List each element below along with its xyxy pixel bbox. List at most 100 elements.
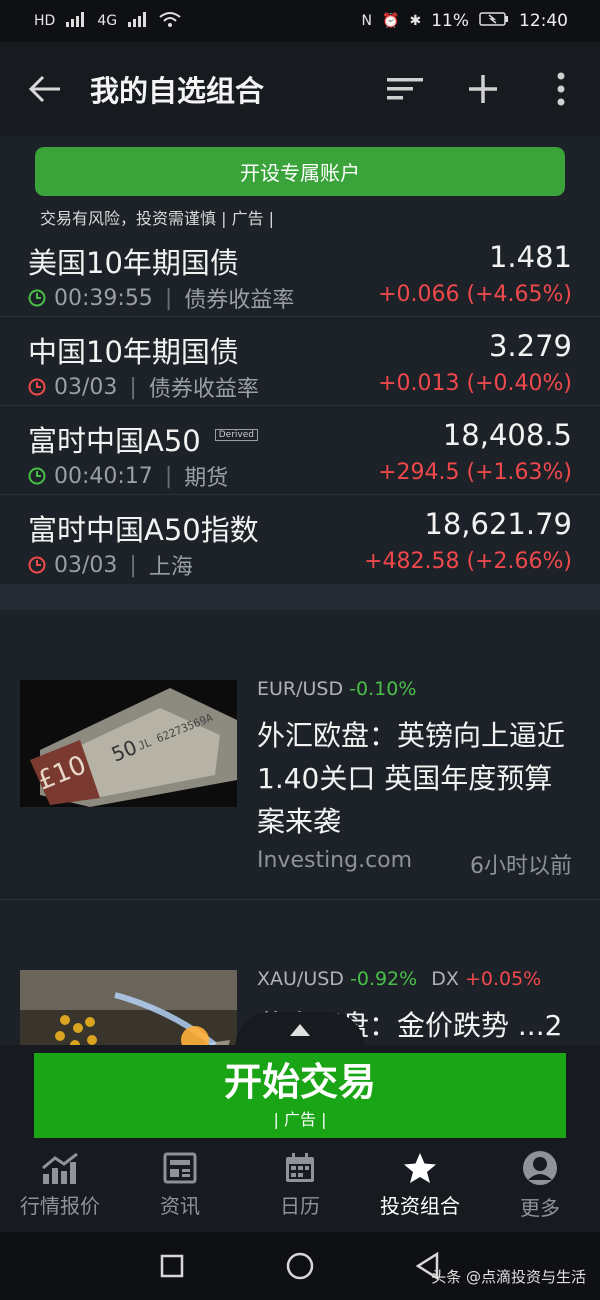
news-tags: XAU/USD -0.92% DX +0.05% (257, 968, 541, 990)
chevron-up-icon (290, 1024, 310, 1036)
alarm-icon: ⏰ (382, 13, 400, 29)
instrument-name: 中国10年期国债 (28, 335, 239, 369)
start-trading-button[interactable]: 开始交易 | 广告 | (34, 1053, 566, 1138)
network-4g-icon: 4G (97, 13, 118, 29)
clock-icon (28, 378, 46, 396)
quote-time: 00:39:55 (54, 285, 153, 311)
quote-type: 债券收益率 (184, 288, 295, 313)
star-icon (404, 1152, 436, 1183)
news-tags: EUR/USD -0.10% (257, 678, 416, 700)
quote-type: 上海 (148, 555, 193, 580)
sort-icon (387, 78, 423, 100)
quote-meta: 00:39:55 | 债券收益率 (28, 282, 294, 314)
instrument-name: 美国10年期国债 (28, 246, 239, 280)
square-icon (160, 1254, 184, 1278)
nav-label: 日历 (280, 1193, 320, 1218)
wifi-icon (159, 11, 181, 32)
clock-icon (28, 556, 46, 574)
tag-symbol[interactable]: EUR/USD (257, 678, 343, 700)
circle-icon (286, 1252, 314, 1280)
last-price: 18,621.79 (424, 507, 572, 541)
separator: | (129, 374, 137, 400)
bottom-navigation: 行情报价 资讯 日历 投资组合 更多 (0, 1138, 600, 1232)
nav-calendar[interactable]: 日历 (240, 1138, 360, 1232)
last-price: 3.279 (488, 329, 572, 363)
ad-label: | 广告 | (273, 1110, 327, 1129)
instrument-name: 富时中国A50指数 (28, 513, 259, 547)
separator: | (129, 552, 137, 578)
news-thumbnail: £10 50 JL 62273569A (20, 680, 237, 807)
quote-meta: 00:40:17 | 期货 (28, 460, 228, 492)
watchlist: 美国10年期国债 1.481 00:39:55 | 债券收益率 +0.066 (… (0, 228, 600, 584)
status-bar: HD 4G N ⏰ ✱ 11% 12:40 (0, 0, 600, 42)
nav-news[interactable]: 资讯 (120, 1138, 240, 1232)
quote-time: 03/03 (54, 374, 118, 400)
risk-disclaimer: 交易有风险，投资需谨慎 | 广告 | (40, 209, 275, 228)
battery-percent: 11% (431, 11, 469, 31)
price-change: +294.5 (+1.63%) (378, 460, 572, 485)
price-change: +0.013 (+0.40%) (378, 371, 572, 396)
calendar-icon (286, 1152, 314, 1182)
quote-type: 期货 (184, 466, 229, 491)
quote-meta: 03/03 | 上海 (28, 549, 193, 581)
quote-type: 债券收益率 (148, 377, 259, 402)
nav-label: 行情报价 (20, 1193, 100, 1218)
quote-row[interactable]: 富时中国A50指数 18,621.79 03/03 | 上海 +482.58 (… (0, 495, 600, 584)
instrument-name-text: 富时中国A50 (28, 424, 201, 458)
quote-row[interactable]: 富时中国A50 Derived 18,408.5 00:40:17 | 期货 +2… (0, 406, 600, 495)
more-button[interactable] (522, 42, 600, 136)
nav-label: 资讯 (160, 1193, 200, 1218)
price-change: +0.066 (+4.65%) (378, 282, 572, 307)
news-time: 6小时以前 (470, 854, 572, 879)
nav-label: 投资组合 (380, 1193, 460, 1218)
status-left: HD 4G (34, 11, 181, 32)
nav-label: 更多 (520, 1195, 560, 1220)
collapse-banner-button[interactable] (235, 1012, 365, 1048)
nav-quotes[interactable]: 行情报价 (0, 1138, 120, 1232)
page-title: 我的自选组合 (90, 74, 265, 108)
back-arrow-icon (28, 75, 60, 103)
nav-more[interactable]: 更多 (480, 1138, 600, 1232)
quote-row[interactable]: 中国10年期国债 3.279 03/03 | 债券收益率 +0.013 (+0.… (0, 317, 600, 406)
watermark: 头条 @点滴投资与生活 (431, 1268, 586, 1286)
battery-icon (479, 11, 509, 32)
status-right: N ⏰ ✱ 11% 12:40 (362, 11, 568, 32)
home-button[interactable] (284, 1250, 316, 1282)
nfc-icon: N (361, 13, 373, 29)
sort-button[interactable] (366, 42, 444, 136)
hd-icon: HD (34, 13, 56, 29)
tag-change: -0.92% (349, 968, 418, 990)
add-button[interactable] (444, 42, 522, 136)
separator: | (164, 285, 173, 311)
start-trading-label: 开始交易 (223, 1060, 376, 1104)
news-item[interactable]: £10 50 JL 62273569A EUR/USD -0.10% 外汇欧盘：… (0, 610, 600, 900)
quote-time: 03/03 (54, 552, 118, 578)
app-bar: 我的自选组合 (0, 42, 600, 136)
quote-time: 00:40:17 (54, 463, 153, 489)
instrument-name: 富时中国A50 Derived (28, 418, 258, 460)
open-account-ad-button[interactable]: 开设专属账户 (35, 147, 565, 196)
news-title: 外汇欧盘：英镑向上逼近1.40关口 英国年度预算案来袭 (257, 719, 566, 838)
tag-symbol[interactable]: DX (431, 968, 459, 990)
clock-icon (28, 289, 46, 307)
bluetooth-icon: ✱ (409, 13, 422, 29)
chart-icon (42, 1152, 78, 1184)
more-vert-icon (557, 72, 565, 106)
derived-badge: Derived (214, 429, 258, 441)
profile-icon (523, 1150, 557, 1185)
last-price: 1.481 (488, 240, 572, 274)
separator: | (164, 463, 173, 489)
signal-icon-2 (127, 11, 149, 32)
recents-button[interactable] (156, 1250, 188, 1282)
back-button[interactable] (0, 42, 90, 136)
nav-portfolio[interactable]: 投资组合 (360, 1138, 480, 1232)
tag-symbol[interactable]: XAU/USD (257, 968, 344, 990)
price-change: +482.58 (+2.66%) (364, 549, 572, 574)
quote-row[interactable]: 美国10年期国债 1.481 00:39:55 | 债券收益率 +0.066 (… (0, 228, 600, 317)
section-divider (0, 584, 600, 610)
tag-change: +0.05% (464, 968, 542, 990)
news-icon (163, 1152, 197, 1183)
signal-icon (65, 11, 87, 32)
tag-change: -0.10% (349, 678, 417, 700)
quote-meta: 03/03 | 债券收益率 (28, 371, 259, 403)
